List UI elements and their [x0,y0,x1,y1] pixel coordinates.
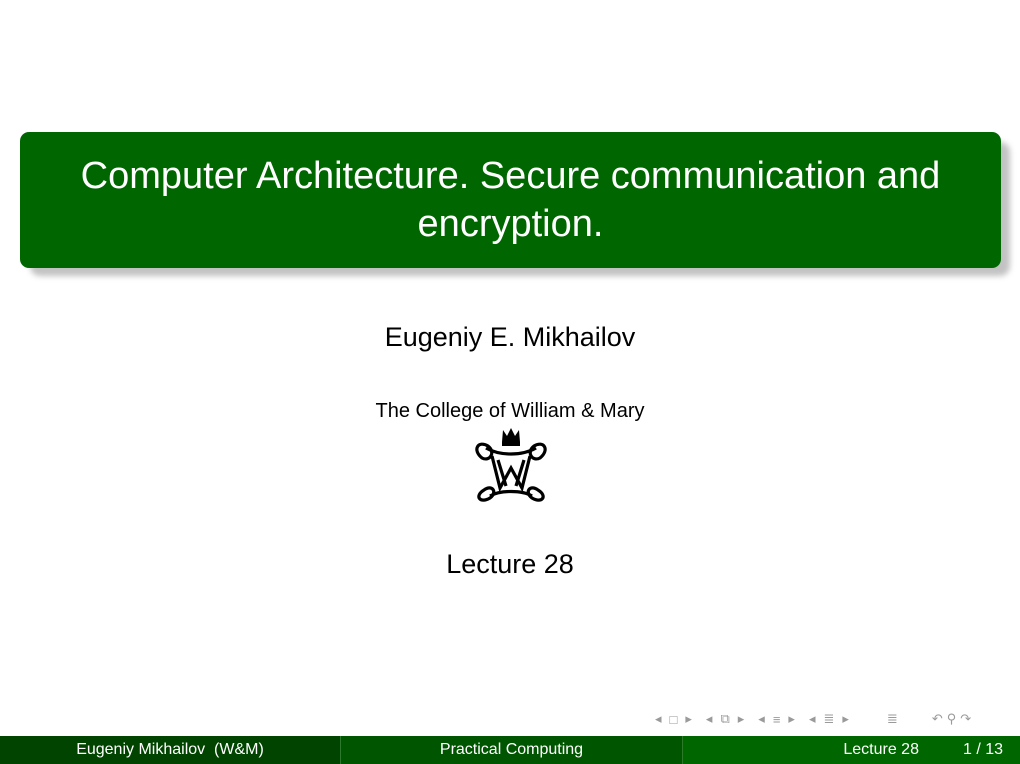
next-section-icon[interactable]: ▸ [788,711,795,727]
next-frame-icon[interactable]: ▸ [685,711,692,727]
part-icon[interactable]: ≣ [823,711,834,727]
prev-subsection-icon[interactable]: ◂ [706,711,713,727]
title-box: Computer Architecture. Secure communicat… [20,132,1001,268]
next-subsection-icon[interactable]: ▸ [738,711,745,727]
slide-title: Computer Architecture. Secure communicat… [80,155,941,245]
next-part-icon[interactable]: ▸ [842,711,849,727]
page-number: 1 / 13 [962,741,1003,758]
prev-section-icon[interactable]: ◂ [758,711,765,727]
frame-icon[interactable]: □ [670,712,678,727]
forward-icon[interactable]: ↷ [960,711,971,727]
author-name: Eugeniy E. Mikhailov [384,322,636,352]
footer-lecture-text: Lecture 28 [843,741,919,758]
footer: Eugeniy Mikhailov (W&M) Practical Comput… [0,736,1020,764]
search-icon[interactable]: ⚲ [947,711,957,727]
outline-icon[interactable]: ≣ [887,711,898,727]
footer-course-text: Practical Computing [439,741,584,758]
footer-lecture: Lecture 28 1 / 13 [682,736,1020,764]
institute-name: The College of William & Mary [375,400,645,422]
prev-frame-icon[interactable]: ◂ [655,711,662,727]
footer-course: Practical Computing [340,736,682,764]
subsection-icon[interactable]: ⧉ [720,711,729,727]
prev-part-icon[interactable]: ◂ [809,711,816,727]
back-icon[interactable]: ↶ [932,711,943,727]
section-icon[interactable]: ≡ [773,712,781,727]
beamer-nav-bar: ◂ □ ▸ ◂ ⧉ ▸ ◂ ≡ ▸ ◂ ≣ ▸ ≣ ↶ ⚲ ↷ [655,708,1017,730]
college-logo-icon [475,428,547,502]
footer-author: Eugeniy Mikhailov (W&M) [0,736,340,764]
lecture-date: Lecture 28 [446,549,574,579]
footer-author-text: Eugeniy Mikhailov (W&M) [76,741,264,758]
